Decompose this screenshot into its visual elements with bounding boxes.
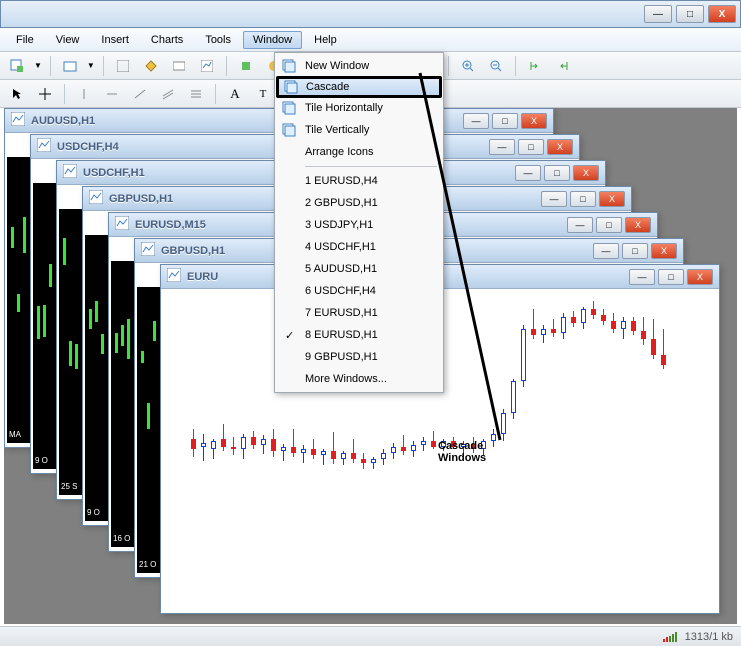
main-titlebar: — □ X — [0, 0, 741, 28]
chart-icon — [167, 268, 181, 285]
menu-item-new-window[interactable]: New Window — [277, 55, 441, 77]
text-icon[interactable]: A — [224, 83, 246, 105]
child-maximize-button[interactable]: □ — [596, 217, 622, 233]
menubar: FileViewInsertChartsToolsWindowHelp — [0, 28, 741, 52]
check-icon: ✓ — [285, 329, 294, 342]
terminal-icon[interactable] — [168, 55, 190, 77]
close-button[interactable]: X — [708, 5, 736, 23]
menu-help[interactable]: Help — [304, 31, 347, 49]
text-label-icon[interactable]: T — [252, 83, 274, 105]
child-maximize-button[interactable]: □ — [492, 113, 518, 129]
connection-icon — [663, 632, 677, 642]
window-list-item[interactable]: 7 EURUSD,H1 — [277, 302, 441, 324]
child-close-button[interactable]: X — [651, 243, 677, 259]
window-layout-icon — [281, 100, 297, 116]
child-close-button[interactable]: X — [573, 165, 599, 181]
window-list-item[interactable]: 4 USDCHF,H1 — [277, 236, 441, 258]
window-list-item[interactable]: 2 GBPUSD,H1 — [277, 192, 441, 214]
chart-shift-icon[interactable] — [552, 55, 574, 77]
maximize-button[interactable]: □ — [676, 5, 704, 23]
menu-view[interactable]: View — [46, 31, 90, 49]
chart-icon — [115, 216, 129, 233]
navigator-icon[interactable] — [140, 55, 162, 77]
menu-item-tile-vertically[interactable]: Tile Vertically — [277, 119, 441, 141]
profiles-icon[interactable] — [59, 55, 81, 77]
chart-icon — [63, 164, 77, 181]
window-list-item[interactable]: 5 AUDUSD,H1 — [277, 258, 441, 280]
menu-item-arrange-icons[interactable]: Arrange Icons — [277, 141, 441, 163]
chart-icon — [37, 138, 51, 155]
window-layout-icon — [281, 58, 297, 74]
child-close-button[interactable]: X — [687, 269, 713, 285]
child-minimize-button[interactable]: — — [463, 113, 489, 129]
window-list-item[interactable]: 1 EURUSD,H4 — [277, 170, 441, 192]
child-minimize-button[interactable]: — — [489, 139, 515, 155]
fibonacci-icon[interactable] — [185, 83, 207, 105]
zoom-in-icon[interactable] — [457, 55, 479, 77]
window-layout-icon — [281, 122, 297, 138]
child-close-button[interactable]: X — [547, 139, 573, 155]
horizontal-line-icon[interactable] — [101, 83, 123, 105]
cursor-icon[interactable] — [6, 83, 28, 105]
child-minimize-button[interactable]: — — [593, 243, 619, 259]
child-maximize-button[interactable]: □ — [544, 165, 570, 181]
child-close-button[interactable]: X — [625, 217, 651, 233]
child-minimize-button[interactable]: — — [629, 269, 655, 285]
statusbar: 1313/1 kb — [0, 626, 741, 646]
window-list-item[interactable]: 9 GBPUSD,H1 — [277, 346, 441, 368]
child-maximize-button[interactable]: □ — [658, 269, 684, 285]
child-maximize-button[interactable]: □ — [518, 139, 544, 155]
tester-icon[interactable] — [196, 55, 218, 77]
market-watch-icon[interactable] — [112, 55, 134, 77]
menu-item-more-windows[interactable]: More Windows... — [277, 368, 441, 390]
new-chart-icon[interactable] — [6, 55, 28, 77]
menu-insert[interactable]: Insert — [91, 31, 139, 49]
chart-icon — [11, 112, 25, 129]
chart-icon — [141, 242, 155, 259]
menu-tools[interactable]: Tools — [195, 31, 241, 49]
window-list-item[interactable]: ✓8 EURUSD,H1 — [277, 324, 441, 346]
window-layout-icon — [283, 79, 299, 95]
child-close-button[interactable]: X — [521, 113, 547, 129]
window-list-item[interactable]: 3 USDJPY,H1 — [277, 214, 441, 236]
menu-window[interactable]: Window — [243, 31, 302, 49]
crosshair-icon[interactable] — [34, 83, 56, 105]
zoom-out-icon[interactable] — [485, 55, 507, 77]
child-minimize-button[interactable]: — — [541, 191, 567, 207]
connection-label: 1313/1 kb — [685, 631, 733, 643]
window-menu-dropdown: New WindowCascadeTile HorizontallyTile V… — [274, 52, 444, 393]
menu-item-cascade[interactable]: Cascade — [276, 76, 442, 98]
channel-icon[interactable] — [157, 83, 179, 105]
trendline-icon[interactable] — [129, 83, 151, 105]
child-minimize-button[interactable]: — — [515, 165, 541, 181]
child-close-button[interactable]: X — [599, 191, 625, 207]
child-minimize-button[interactable]: — — [567, 217, 593, 233]
child-maximize-button[interactable]: □ — [570, 191, 596, 207]
menu-file[interactable]: File — [6, 31, 44, 49]
menu-item-tile-horizontally[interactable]: Tile Horizontally — [277, 97, 441, 119]
menu-charts[interactable]: Charts — [141, 31, 193, 49]
window-list-item[interactable]: 6 USDCHF,H4 — [277, 280, 441, 302]
child-maximize-button[interactable]: □ — [622, 243, 648, 259]
minimize-button[interactable]: — — [644, 5, 672, 23]
chart-icon — [89, 190, 103, 207]
new-order-icon[interactable] — [235, 55, 257, 77]
vertical-line-icon[interactable] — [73, 83, 95, 105]
auto-scroll-icon[interactable] — [524, 55, 546, 77]
